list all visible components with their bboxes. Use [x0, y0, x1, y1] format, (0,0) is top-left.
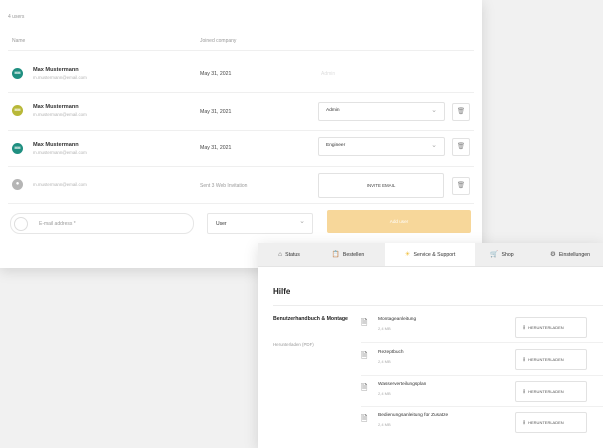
- role-text: Admin: [321, 71, 336, 77]
- clipboard-icon: 📋: [331, 251, 340, 258]
- document-size: 2,4 MB: [378, 326, 391, 331]
- chevron-down-icon: ⌄: [431, 142, 437, 149]
- document-size: 2,4 MB: [378, 359, 391, 364]
- tab-bestellen[interactable]: 📋 Bestellen: [320, 243, 376, 266]
- tab-einstellungen[interactable]: ⚙ Einstellungen: [539, 243, 601, 266]
- divider: [273, 305, 603, 306]
- column-header-joined: Joined company: [200, 38, 237, 44]
- download-button[interactable]: ⭳ HERUNTERLADEN: [515, 412, 587, 433]
- page-title: Hilfe: [273, 287, 291, 296]
- chevron-down-icon: ⌄: [431, 107, 437, 114]
- avatar-placeholder: [14, 217, 28, 231]
- home-icon: ⌂: [278, 251, 283, 258]
- user-email: m.mustermann@email.com: [33, 150, 87, 155]
- user-placeholder-icon: ●: [12, 179, 23, 190]
- user-name: Max Mustermann: [33, 142, 79, 148]
- lightbulb-icon: ☀: [404, 251, 411, 258]
- role-select[interactable]: Engineer ⌄: [318, 137, 445, 156]
- divider: [361, 375, 603, 376]
- joined-date: May 31, 2021: [200, 71, 232, 77]
- document-icon: 🗎: [361, 383, 368, 392]
- trash-icon: 🗑: [456, 143, 466, 150]
- delete-user-button[interactable]: 🗑: [452, 138, 470, 156]
- document-item: 🗎 Rezeptbuch 2,4 MB: [361, 346, 511, 374]
- divider: [361, 342, 603, 343]
- role-select-value: Admin: [326, 108, 340, 113]
- chevron-down-icon: ⌄: [299, 218, 305, 225]
- users-panel: 4 users Name Joined company MM Max Muste…: [0, 0, 482, 268]
- document-item: 🗎 Bedienungsanleitung für Zusatze 2,4 MB: [361, 409, 511, 437]
- role-select[interactable]: Admin ⌄: [318, 102, 445, 121]
- divider: [8, 203, 474, 204]
- document-title: Montageanleitung: [378, 317, 417, 322]
- download-button[interactable]: ⭳ HERUNTERLADEN: [515, 381, 587, 402]
- user-email: m.mustermann@email.com: [33, 75, 87, 80]
- section-title: Benutzerhandbuch & Montage: [273, 316, 348, 322]
- add-user-button[interactable]: Add user: [327, 210, 471, 233]
- document-title: Bedienungsanleitung für Zusatze: [378, 413, 449, 418]
- trash-icon: 🗑: [456, 182, 466, 189]
- email-field[interactable]: E-mail address *: [10, 213, 194, 234]
- gear-icon: ⚙: [550, 251, 556, 258]
- tab-bar: ⌂ Status 📋 Bestellen ☀ Service & Support 🛒 S…: [258, 243, 603, 267]
- download-icon: ⭳: [523, 325, 526, 331]
- column-header-name: Name: [12, 38, 26, 44]
- users-count: 4 users: [8, 14, 25, 20]
- document-title: Wasserverteilungsplan: [378, 382, 427, 387]
- divider: [361, 406, 603, 407]
- user-name: Max Mustermann: [33, 104, 79, 110]
- document-size: 2,4 MB: [378, 422, 391, 427]
- pending-email: m.mustermann@email.com: [33, 182, 87, 187]
- divider: [8, 130, 474, 131]
- tab-shop[interactable]: 🛒 Shop: [482, 243, 522, 266]
- delete-invite-button[interactable]: 🗑: [452, 177, 470, 195]
- table-row[interactable]: MM Max Mustermann m.mustermann@email.com…: [0, 62, 482, 86]
- section-subtitle: Herunterladen (PDF): [273, 342, 314, 347]
- role-select-value: Engineer: [326, 143, 346, 148]
- document-icon: 🗎: [361, 318, 368, 327]
- role-select-value: User: [216, 221, 227, 227]
- divider: [8, 166, 474, 167]
- tab-status[interactable]: ⌂ Status: [264, 243, 314, 266]
- document-item: 🗎 Montageanleitung 2,4 MB: [361, 313, 511, 341]
- tab-service-support[interactable]: ☀ Service & Support: [385, 243, 475, 266]
- trash-icon: 🗑: [456, 108, 466, 115]
- download-button[interactable]: ⭳ HERUNTERLADEN: [515, 349, 587, 370]
- download-button[interactable]: ⭳ HERUNTERLADEN: [515, 317, 587, 338]
- pending-invite-row[interactable]: ● m.mustermann@email.com Sent 3 Web Invi…: [0, 172, 482, 198]
- document-size: 2,4 MB: [378, 391, 391, 396]
- avatar: MM: [12, 105, 23, 116]
- document-title: Rezeptbuch: [378, 350, 404, 355]
- user-email: m.mustermann@email.com: [33, 112, 87, 117]
- document-icon: 🗎: [361, 414, 368, 423]
- download-icon: ⭳: [523, 357, 526, 363]
- user-name: Max Mustermann: [33, 67, 79, 73]
- invite-status: Sent 3 Web Invitation: [200, 183, 248, 189]
- divider: [8, 92, 474, 93]
- table-row[interactable]: MM Max Mustermann m.mustermann@email.com…: [0, 137, 482, 161]
- email-placeholder: E-mail address *: [39, 221, 76, 227]
- avatar: MM: [12, 143, 23, 154]
- help-panel: ⌂ Status 📋 Bestellen ☀ Service & Support 🛒 S…: [258, 243, 603, 448]
- download-icon: ⭳: [523, 420, 526, 426]
- download-icon: ⭳: [523, 389, 526, 395]
- joined-date: May 31, 2021: [200, 145, 232, 151]
- divider: [8, 50, 474, 51]
- document-item: 🗎 Wasserverteilungsplan 2,4 MB: [361, 378, 511, 406]
- cart-icon: 🛒: [490, 251, 499, 258]
- avatar: MM: [12, 68, 23, 79]
- delete-user-button[interactable]: 🗑: [452, 103, 470, 121]
- new-user-role-select[interactable]: User ⌄: [207, 213, 313, 234]
- invite-email-button[interactable]: INVITE EMAIL: [318, 173, 444, 198]
- table-row[interactable]: MM Max Mustermann m.mustermann@email.com…: [0, 99, 482, 123]
- joined-date: May 31, 2021: [200, 109, 232, 115]
- document-icon: 🗎: [361, 351, 368, 360]
